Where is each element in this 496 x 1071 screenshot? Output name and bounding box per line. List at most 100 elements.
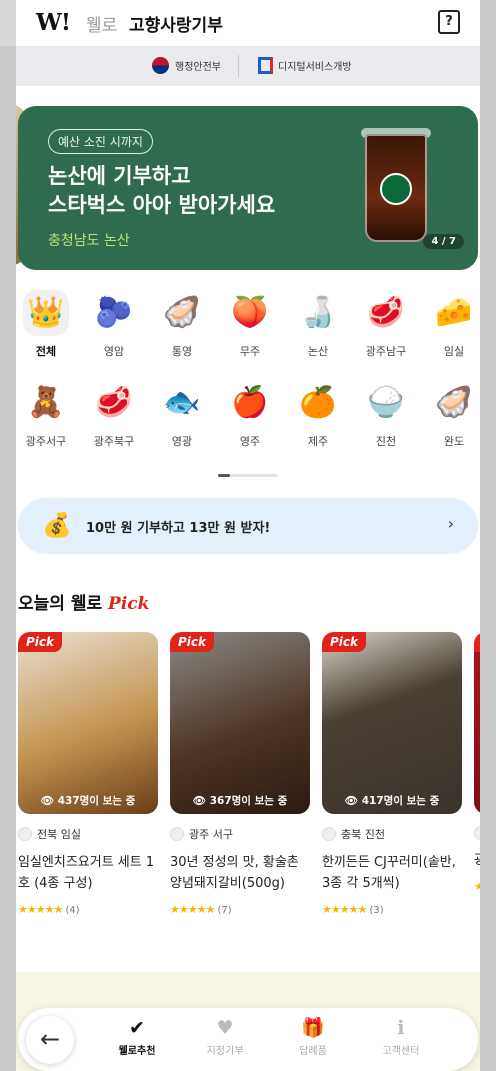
banner-subtitle: 충청남도 논산 <box>48 233 130 249</box>
nav-label: 고객센터 <box>382 1046 420 1057</box>
pick-card[interactable]: Pick 👁 417명이 보는 중충북 진천한끼든든 CJ꾸러미(솥반, 3종 각… <box>322 632 462 916</box>
category-label: 광주남구 <box>365 345 407 358</box>
nav-label: 지정기부 <box>206 1046 244 1057</box>
category-item[interactable]: 🦪 통영 <box>152 290 212 359</box>
brand-main: 고향사랑기부 <box>129 16 223 36</box>
category-item[interactable]: 🦪 완도 <box>424 380 480 449</box>
back-button[interactable]: ← <box>26 1016 74 1064</box>
hero-banner[interactable]: 예산 소진 시까지 논산에 기부하고 스타벅스 아아 받아가세요 충청남도 논산… <box>18 106 478 270</box>
digital-logo-icon <box>258 57 273 74</box>
review-count: (3) <box>369 905 384 916</box>
category-item[interactable]: 🥩 광주남구 <box>356 290 416 359</box>
nav-gifts[interactable]: 🎁 답례품 <box>278 1017 348 1057</box>
pick-badge: Pick <box>170 632 215 652</box>
region-row: 전북 임실 <box>18 826 158 842</box>
gov-left-label: 행정안전부 <box>175 62 221 73</box>
section-title-text: 오늘의 웰로 <box>18 594 103 614</box>
category-item[interactable]: 🍚 진천 <box>356 380 416 449</box>
region-row: 광주 서구 <box>170 826 310 842</box>
gov-digital: 디지털서비스개방 <box>258 57 352 74</box>
divider <box>238 55 239 77</box>
region-row <box>474 826 480 840</box>
category-icon: 🦪 <box>163 295 201 330</box>
pick-card[interactable]: Pick 광주(30 ★★ <box>474 632 480 893</box>
category-item[interactable]: 🍎 영주 <box>220 380 280 449</box>
pick-badge: Pick <box>474 632 480 652</box>
category-label: 광주북구 <box>93 435 135 448</box>
category-icon: 🥩 <box>95 385 133 420</box>
product-image: Pick 👁 437명이 보는 중 <box>18 632 158 814</box>
category-icon: 🍊 <box>299 385 337 420</box>
category-item[interactable]: 🥩 광주북구 <box>84 380 144 449</box>
nav-support[interactable]: ℹ 고객센터 <box>366 1017 436 1057</box>
banner-title-line2: 스타벅스 아아 받아가세요 <box>48 193 276 217</box>
category-icon: 🍑 <box>231 295 269 330</box>
viewer-count: 👁 367명이 보는 중 <box>192 795 288 807</box>
category-label: 광주서구 <box>25 435 67 448</box>
category-item[interactable]: 🐟 영광 <box>152 380 212 449</box>
viewer-count: 👁 437명이 보는 중 <box>40 795 136 807</box>
promo-banner[interactable]: 💰 10만 원 기부하고 13만 원 받자! › <box>18 498 478 554</box>
category-item[interactable]: 🧸 광주서구 <box>16 380 76 449</box>
banner-counter: 4 / 7 <box>423 234 464 249</box>
brand-sub: 웰로 <box>86 16 118 36</box>
money-hand-icon: 💰 <box>42 511 72 539</box>
star-icons: ★★★★★ <box>18 903 63 916</box>
pick-card[interactable]: Pick 👁 437명이 보는 중전북 임실임실엔치즈요거트 세트 1호 (4종 … <box>18 632 158 916</box>
region-seal-icon <box>170 827 184 841</box>
viewer-count: 👁 417명이 보는 중 <box>344 795 440 807</box>
product-title: 30년 정성의 맛, 황술촌 양념돼지갈비(500g) <box>170 855 299 891</box>
category-icon: 🍚 <box>367 385 405 420</box>
review-count: (7) <box>217 905 232 916</box>
category-item[interactable]: 🧀 임실 <box>424 290 480 359</box>
category-label: 무주 <box>239 345 261 358</box>
chevron-right-icon: › <box>447 514 454 533</box>
gov-mois: 행정안전부 <box>152 57 221 74</box>
wello-logo[interactable]: W! <box>36 9 71 36</box>
product-title: 광주(30 <box>474 853 480 868</box>
star-icons: ★★ <box>474 880 480 893</box>
product-title: 임실엔치즈요거트 세트 1호 (4종 구성) <box>18 855 155 891</box>
category-item[interactable]: 🍶 논산 <box>288 290 348 359</box>
product-image: Pick 👁 367명이 보는 중 <box>170 632 310 814</box>
guide-book-icon[interactable]: ? <box>438 10 460 34</box>
pick-badge: Pick <box>322 632 367 652</box>
nav-gifts-icon: 🎁 <box>301 1017 325 1039</box>
nav-label: 답례품 <box>299 1046 327 1057</box>
product-image: Pick 👁 417명이 보는 중 <box>322 632 462 814</box>
category-item[interactable]: 🍑 무주 <box>220 290 280 359</box>
nav-designated[interactable]: ♥ 지정기부 <box>190 1017 260 1057</box>
banner-title: 논산에 기부하고 스타벅스 아아 받아가세요 <box>48 162 275 220</box>
category-label: 영주 <box>239 435 261 448</box>
region-seal-icon <box>322 827 336 841</box>
category-icon: 👑 <box>23 290 69 336</box>
category-label: 완도 <box>443 435 465 448</box>
category-icon: 🍶 <box>299 295 337 330</box>
nav-support-icon: ℹ <box>397 1017 405 1039</box>
category-item[interactable]: 👑 전체 <box>16 290 76 359</box>
category-icon: 🦪 <box>435 385 473 420</box>
category-label: 영광 <box>171 435 193 448</box>
region-seal-icon <box>474 826 480 840</box>
region-label: 광주 서구 <box>189 828 233 841</box>
rating: ★★ <box>474 880 480 893</box>
region-seal-icon <box>18 827 32 841</box>
category-label: 임실 <box>443 345 465 358</box>
nav-recommend-icon: ✔ <box>129 1017 145 1039</box>
category-icon: 🧸 <box>27 385 65 420</box>
region-row: 충북 진천 <box>322 826 462 842</box>
category-item[interactable]: 🍊 제주 <box>288 380 348 449</box>
section-title-accent: Pick <box>108 594 150 614</box>
category-label: 통영 <box>171 345 193 358</box>
product-title: 한끼든든 CJ꾸러미(솥반, 3종 각 5개씩) <box>322 855 456 891</box>
review-count: (4) <box>65 905 80 916</box>
rating: ★★★★★ (7) <box>170 903 310 916</box>
nav-recommend[interactable]: ✔ 웰로추천 <box>102 1017 172 1057</box>
section-title: 오늘의 웰로 Pick <box>18 589 149 614</box>
category-item[interactable]: 🫐 영암 <box>84 290 144 359</box>
category-label: 진천 <box>375 435 397 448</box>
nav-label: 웰로추천 <box>118 1046 156 1057</box>
nav-designated-icon: ♥ <box>216 1017 234 1039</box>
pick-card[interactable]: Pick 👁 367명이 보는 중광주 서구 30년 정성의 맛, 황술촌 양념돼지… <box>170 632 310 916</box>
category-label: 논산 <box>307 345 329 358</box>
